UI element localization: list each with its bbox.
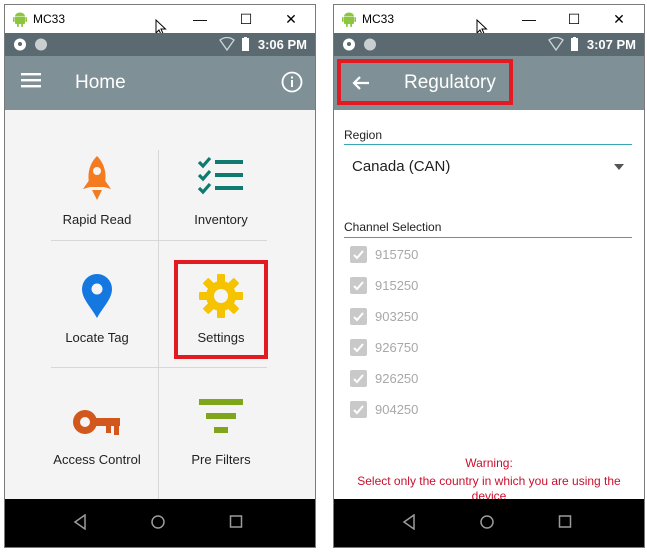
window-titlebar[interactable]: MC33 — ☐ ✕	[334, 5, 644, 37]
highlight-box	[337, 59, 513, 105]
notification-icons	[13, 37, 49, 57]
wifi-battery-icon	[548, 36, 578, 52]
channel-value: 915250	[375, 278, 419, 293]
dropdown-arrow-icon[interactable]	[614, 164, 624, 170]
checklist-icon	[197, 156, 243, 195]
tile-inventory[interactable]: Inventory	[161, 150, 281, 230]
status-bar: 3:06 PM	[5, 33, 315, 56]
wifi-battery-icon	[219, 36, 249, 52]
app-bar: Home	[5, 56, 315, 110]
recents-nav-icon[interactable]	[229, 514, 243, 530]
filter-icon	[199, 399, 243, 433]
checkbox-icon[interactable]	[350, 277, 367, 294]
rocket-icon	[83, 156, 111, 200]
warning-title: Warning:	[465, 456, 513, 470]
region-underline	[344, 144, 632, 145]
android-icon	[13, 12, 27, 27]
close-button[interactable]: ✕	[280, 8, 302, 30]
checkbox-icon[interactable]	[350, 401, 367, 418]
checkbox-icon[interactable]	[350, 370, 367, 387]
page-title: Home	[75, 72, 126, 93]
region-select[interactable]: Canada (CAN)	[352, 158, 450, 175]
location-pin-icon	[82, 274, 112, 318]
highlight-box	[174, 260, 268, 359]
regulatory-form: Region Canada (CAN) Channel Selection 91…	[334, 110, 644, 503]
back-nav-icon[interactable]	[73, 514, 87, 530]
window-home: MC33 — ☐ ✕ 3:06 PM Home Rapid Read Inven…	[4, 4, 316, 548]
key-icon	[73, 410, 120, 435]
minimize-button[interactable]: —	[189, 8, 211, 30]
checkbox-icon[interactable]	[350, 308, 367, 325]
system-icons	[548, 36, 582, 57]
notification-icon	[343, 38, 376, 51]
notification-icons	[342, 37, 378, 57]
tile-label: Access Control	[53, 452, 141, 467]
window-regulatory: MC33 — ☐ ✕ 3:07 PM Regulatory Region Can…	[333, 4, 645, 548]
tile-label: Locate Tag	[65, 330, 129, 345]
channel-value: 915750	[375, 247, 419, 262]
minimize-button[interactable]: —	[518, 8, 540, 30]
window-title: MC33	[362, 12, 395, 26]
tile-rapid-read[interactable]: Rapid Read	[37, 150, 157, 230]
channel-value: 903250	[375, 309, 419, 324]
home-nav-icon[interactable]	[479, 514, 495, 530]
checkbox-icon[interactable]	[350, 246, 367, 263]
channel-value: 926250	[375, 371, 419, 386]
maximize-button[interactable]: ☐	[235, 8, 257, 30]
channel-value: 904250	[375, 402, 419, 417]
grid-divider	[51, 240, 267, 241]
tile-label: Rapid Read	[62, 212, 132, 227]
window-titlebar[interactable]: MC33 — ☐ ✕	[5, 5, 315, 37]
android-nav-bar	[5, 499, 315, 547]
status-bar: 3:07 PM	[334, 33, 644, 56]
hamburger-menu-icon[interactable]	[21, 72, 41, 88]
tile-pre-filters[interactable]: Pre Filters	[161, 395, 281, 475]
tile-label: Pre Filters	[191, 452, 251, 467]
maximize-button[interactable]: ☐	[563, 8, 585, 30]
grid-divider	[158, 150, 159, 504]
home-nav-icon[interactable]	[150, 514, 166, 530]
tile-locate-tag[interactable]: Locate Tag	[37, 270, 157, 350]
back-nav-icon[interactable]	[402, 514, 416, 530]
window-title: MC33	[33, 12, 66, 26]
android-icon	[342, 12, 356, 27]
region-label: Region	[344, 128, 383, 142]
tile-label: Inventory	[194, 212, 248, 227]
grid-divider	[51, 367, 267, 368]
channel-underline	[344, 237, 632, 238]
system-icons	[219, 36, 253, 57]
android-nav-bar	[334, 499, 644, 547]
channel-label: Channel Selection	[344, 220, 442, 234]
app-bar: Regulatory	[334, 56, 644, 110]
close-button[interactable]: ✕	[608, 8, 630, 30]
home-grid: Rapid Read Inventory Locate Tag Settings…	[5, 110, 315, 504]
tile-access-control[interactable]: Access Control	[37, 395, 157, 475]
checkbox-icon[interactable]	[350, 339, 367, 356]
info-icon[interactable]	[281, 71, 303, 93]
channel-value: 926750	[375, 340, 419, 355]
status-time: 3:06 PM	[257, 37, 307, 52]
recents-nav-icon[interactable]	[558, 514, 572, 530]
status-time: 3:07 PM	[586, 37, 636, 52]
notification-icon	[14, 38, 47, 51]
